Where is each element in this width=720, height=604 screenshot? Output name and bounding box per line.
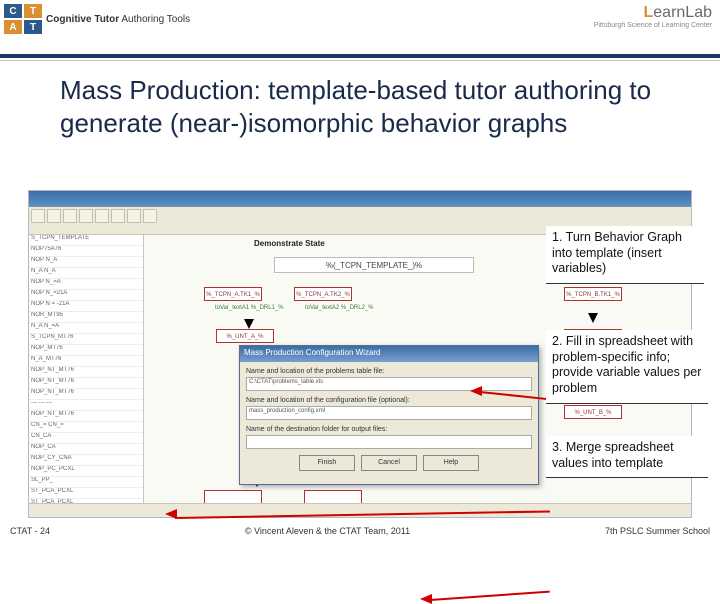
graph-node: %_TCPN_A.TK1_% — [204, 287, 262, 301]
spreadsheet-row: --- --- --- — [29, 400, 143, 411]
toolbar-icon — [143, 209, 157, 223]
slide-footer: CTAT - 24 © Vincent Aleven & the CTAT Te… — [0, 522, 720, 540]
spreadsheet-row: NOP N = -21A — [29, 301, 143, 312]
graph-edge-label: toVar_textA1 %_DRL1_% — [214, 305, 285, 311]
spreadsheet-row: ST_PCA_PCXL — [29, 488, 143, 499]
spreadsheet-row: NOP_NT_MT76 — [29, 389, 143, 400]
spreadsheet-row: NOP_NT_MT76 — [29, 367, 143, 378]
spreadsheet-row: NOP N_=21A — [29, 290, 143, 301]
toolbar-icon — [127, 209, 141, 223]
learnlab-rest: earnLab — [653, 4, 712, 21]
learnlab-subtitle: Pittsburgh Science of Learning Center — [594, 22, 712, 29]
ctat-t1-icon: T — [24, 4, 42, 18]
header-gap — [0, 60, 720, 74]
graph-node — [204, 490, 262, 504]
graph-node: %_UNT_A_% — [216, 329, 274, 343]
help-button[interactable]: Help — [423, 455, 479, 471]
spreadsheet-row: CN_CA — [29, 433, 143, 444]
toolbar-icon — [79, 209, 93, 223]
toolbar-icon — [95, 209, 109, 223]
wizard-field-3[interactable] — [246, 435, 532, 449]
spreadsheet-row: NOP N_A — [29, 257, 143, 268]
demonstrate-label: Demonstrate State — [254, 239, 325, 248]
spreadsheet-row: NOP_MT76 — [29, 345, 143, 356]
ctat-t2-icon: T — [24, 20, 42, 34]
footer-center: © Vincent Aleven & the CTAT Team, 2011 — [245, 526, 410, 536]
graph-node: %_TCPN_B.TK1_% — [564, 287, 622, 301]
spreadsheet-row: N_A N_A — [29, 268, 143, 279]
graph-node: %_TCPN_A.TK2_% — [294, 287, 352, 301]
callout-2: 2. Fill in spreadsheet with problem-spec… — [546, 330, 708, 404]
toolbar-icon — [47, 209, 61, 223]
graph-node — [304, 490, 362, 504]
arrow-down-icon — [244, 319, 254, 329]
spreadsheet-row: NOP_CY_CNA — [29, 455, 143, 466]
spreadsheet-row: NOP N_=A — [29, 279, 143, 290]
ctat-tagline: Cognitive Tutor Authoring Tools — [46, 14, 190, 25]
callout-3: 3. Merge spreadsheet values into templat… — [546, 436, 708, 478]
spreadsheet-row: SL_PP_ — [29, 477, 143, 488]
footer-left: CTAT - 24 — [10, 526, 50, 536]
wizard-field-2[interactable]: mass_production_config.xml — [246, 406, 532, 420]
spreadsheet-row: N_A N_=A — [29, 323, 143, 334]
wizard-dialog: Mass Production Configuration Wizard Nam… — [239, 345, 539, 485]
ctat-tagline-rest: Authoring Tools — [119, 14, 190, 25]
finish-button[interactable]: Finish — [299, 455, 355, 471]
toolbar-icon — [31, 209, 45, 223]
wizard-body: Name and location of the problems table … — [240, 362, 538, 477]
spreadsheet-row: NOP_PC_PCXL — [29, 466, 143, 477]
spreadsheet-panel: S_TCPN_TEMPLATENOP75A76NOP N_AN_A N_ANOP… — [29, 235, 144, 503]
spreadsheet-row: S_TCPN_MT76 — [29, 334, 143, 345]
wizard-buttons: Finish Cancel Help — [246, 455, 532, 471]
slide-header: C T A T Cognitive Tutor Authoring Tools … — [0, 0, 720, 54]
toolbar-icon — [111, 209, 125, 223]
cancel-button[interactable]: Cancel — [361, 455, 417, 471]
ctat-logo: C T A T — [4, 4, 42, 34]
spreadsheet-row: NOR_MT95 — [29, 312, 143, 323]
wizard-titlebar: Mass Production Configuration Wizard — [240, 346, 538, 362]
spreadsheet-row: NOP_CA — [29, 444, 143, 455]
template-titlebar: %(_TCPN_TEMPLATE_)% — [274, 257, 474, 273]
callout-1: 1. Turn Behavior Graph into template (in… — [546, 226, 704, 284]
learnlab-lead: L — [644, 4, 654, 21]
spreadsheet-row: NOP75A76 — [29, 246, 143, 257]
spreadsheet-row: NOP_NT_MT76 — [29, 378, 143, 389]
graph-node: %_UNT_B_% — [564, 405, 622, 419]
wizard-label-2: Name and location of the configuration f… — [246, 397, 532, 404]
window-titlebar — [29, 191, 691, 207]
ctat-logo-block: C T A T Cognitive Tutor Authoring Tools — [4, 4, 190, 34]
learnlab-title: LearnLab — [594, 4, 712, 22]
ctat-a-icon: A — [4, 20, 22, 34]
arrow-down-icon — [588, 313, 598, 323]
spreadsheet-row: S_TCPN_TEMPLATE — [29, 235, 143, 246]
ctat-tagline-bold: Cognitive Tutor — [46, 14, 119, 25]
wizard-label-1: Name and location of the problems table … — [246, 368, 532, 375]
header-rule — [0, 54, 720, 58]
slide-title: Mass Production: template-based tutor au… — [0, 74, 720, 139]
spreadsheet-row: CN_= CN_= — [29, 422, 143, 433]
graph-edge-label: toVar_textA2 %_DRL2_% — [304, 305, 375, 311]
ctat-c-icon: C — [4, 4, 22, 18]
spreadsheet-row: NOP_NT_MT76 — [29, 411, 143, 422]
learnlab-logo: LearnLab Pittsburgh Science of Learning … — [594, 4, 712, 29]
wizard-label-3: Name of the destination folder for outpu… — [246, 426, 532, 433]
toolbar-icon — [63, 209, 77, 223]
spreadsheet-row: N_A_MT76 — [29, 356, 143, 367]
wizard-field-1[interactable]: C:\CTAT\problems_table.xls — [246, 377, 532, 391]
footer-right: 7th PSLC Summer School — [605, 526, 710, 536]
